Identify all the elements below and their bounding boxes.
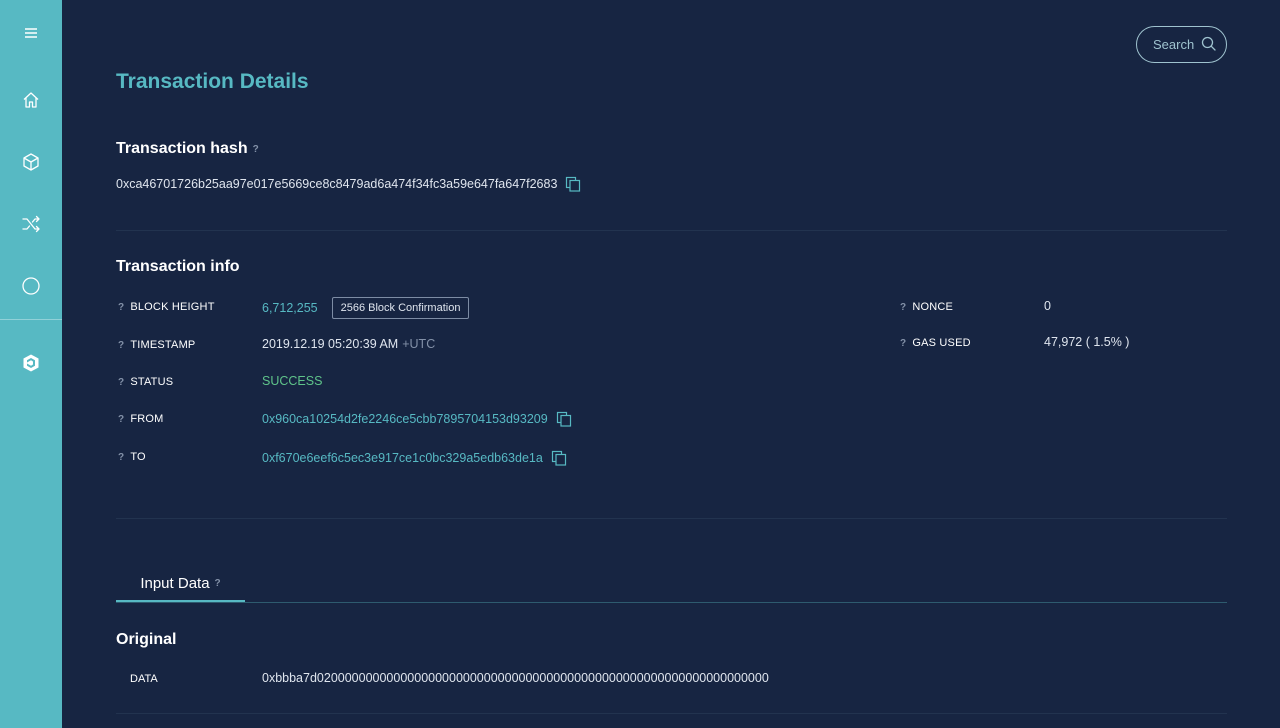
help-icon[interactable]: ?: [118, 340, 124, 351]
data-value: 0xbbba7d02000000000000000000000000000000…: [262, 671, 769, 685]
help-icon[interactable]: ?: [118, 377, 124, 388]
section-divider: [116, 713, 1227, 714]
timestamp-value-row: 2019.12.19 05:20:39 AM +UTC: [262, 337, 435, 351]
sidebar-item-blocks[interactable]: [0, 144, 62, 184]
block-height-label-text: BLOCK HEIGHT: [130, 301, 215, 313]
tab-input-data[interactable]: Input Data ?: [116, 567, 245, 603]
original-subtitle: Original: [116, 631, 177, 648]
section-divider: [116, 518, 1227, 519]
timezone-label: +UTC: [402, 337, 436, 351]
gas-used-value-row: 47,972 ( 1.5% ): [1044, 335, 1129, 349]
sidebar: [0, 0, 62, 728]
nonce-label-text: NONCE: [912, 301, 954, 313]
transaction-info-title: Transaction info: [116, 258, 240, 275]
circle-icon: [21, 276, 41, 301]
to-address-link[interactable]: 0xf670e6eef6c5ec3e917ce1c0bc329a5edb63de…: [262, 451, 543, 465]
to-label-text: TO: [130, 451, 146, 463]
gas-used-label-text: GAS USED: [912, 337, 971, 349]
gas-used-value: 47,972 ( 1.5% ): [1044, 335, 1130, 349]
sidebar-item-circle[interactable]: [0, 268, 62, 308]
help-icon[interactable]: ?: [900, 302, 906, 313]
timestamp-value: 2019.12.19 05:20:39 AM: [262, 337, 399, 351]
sidebar-item-logo[interactable]: [0, 345, 62, 385]
status-label: ? STATUS: [118, 376, 173, 388]
cube-icon: [21, 152, 41, 177]
nonce-label: ? NONCE: [900, 301, 953, 313]
help-icon[interactable]: ?: [253, 144, 259, 155]
search-button[interactable]: Search: [1136, 26, 1227, 63]
block-height-value-row: 6,712,255 2566 Block Confirmation: [262, 297, 470, 319]
block-height-link[interactable]: 6,712,255: [262, 301, 318, 315]
help-icon[interactable]: ?: [900, 338, 906, 349]
nonce-value-row: 0: [1044, 299, 1051, 313]
status-badge: SUCCESS: [262, 374, 323, 388]
sidebar-divider: [0, 319, 62, 320]
transaction-hash-value: 0xca46701726b25aa97e017e5669ce8c8479ad6a…: [116, 177, 558, 191]
status-label-text: STATUS: [130, 376, 174, 388]
tab-underline: [116, 602, 1227, 603]
menu-icon: [24, 26, 38, 44]
menu-button[interactable]: [0, 15, 62, 55]
block-height-label: ? BLOCK HEIGHT: [118, 301, 215, 313]
confirmation-badge: 2566 Block Confirmation: [331, 297, 470, 319]
data-label: DATA: [130, 673, 158, 685]
logo-icon: [21, 353, 41, 378]
help-icon[interactable]: ?: [215, 578, 221, 589]
to-value-row: 0xf670e6eef6c5ec3e917ce1c0bc329a5edb63de…: [262, 450, 567, 466]
transaction-hash-title: Transaction hash ?: [116, 140, 259, 158]
search-icon: [1201, 36, 1216, 54]
home-icon: [21, 90, 41, 115]
to-label: ? TO: [118, 451, 146, 463]
copy-icon[interactable]: [551, 450, 567, 466]
from-label: ? FROM: [118, 413, 164, 425]
status-value-row: SUCCESS: [262, 374, 322, 388]
nonce-value: 0: [1044, 299, 1051, 313]
transaction-hash-row: 0xca46701726b25aa97e017e5669ce8c8479ad6a…: [116, 176, 581, 192]
help-icon[interactable]: ?: [118, 302, 124, 313]
copy-icon[interactable]: [556, 411, 572, 427]
transaction-hash-heading: Transaction hash: [116, 140, 248, 157]
timestamp-label: ? TIMESTAMP: [118, 339, 195, 351]
search-label: Search: [1153, 37, 1195, 52]
gas-used-label: ? GAS USED: [900, 337, 971, 349]
help-icon[interactable]: ?: [118, 414, 124, 425]
from-address-link[interactable]: 0x960ca10254d2fe2246ce5cbb7895704153d932…: [262, 412, 548, 426]
section-divider: [116, 230, 1227, 231]
help-icon[interactable]: ?: [118, 452, 124, 463]
copy-icon[interactable]: [565, 176, 581, 192]
page-title: Transaction Details: [116, 70, 309, 93]
shuffle-icon: [21, 214, 41, 239]
sidebar-item-transactions[interactable]: [0, 206, 62, 246]
from-label-text: FROM: [130, 413, 164, 425]
sidebar-item-home[interactable]: [0, 82, 62, 122]
from-value-row: 0x960ca10254d2fe2246ce5cbb7895704153d932…: [262, 411, 572, 427]
timestamp-label-text: TIMESTAMP: [130, 339, 196, 351]
tab-input-data-label: Input Data: [140, 575, 210, 592]
